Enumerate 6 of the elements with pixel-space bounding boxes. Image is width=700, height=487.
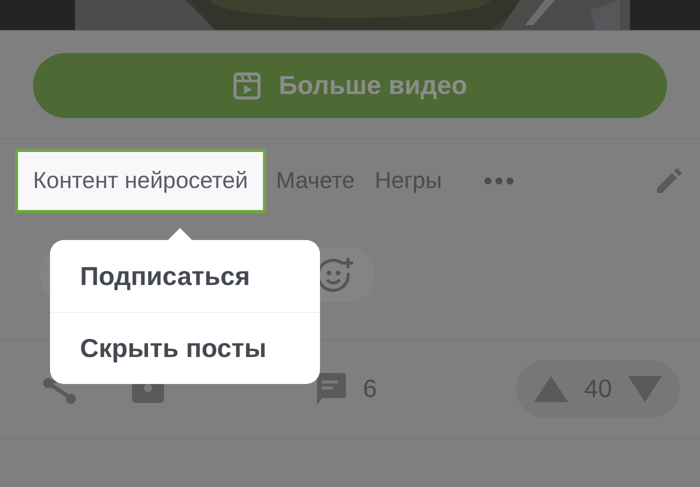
add-emoji-icon[interactable] bbox=[317, 256, 355, 292]
clapperboard-icon bbox=[232, 72, 261, 100]
tag-chip[interactable]: Контент нейросетей bbox=[15, 148, 266, 212]
menu-item[interactable]: Скрыть посты bbox=[50, 312, 320, 384]
menu-item[interactable]: Подписаться bbox=[50, 240, 320, 312]
comment-icon[interactable] bbox=[314, 373, 346, 405]
